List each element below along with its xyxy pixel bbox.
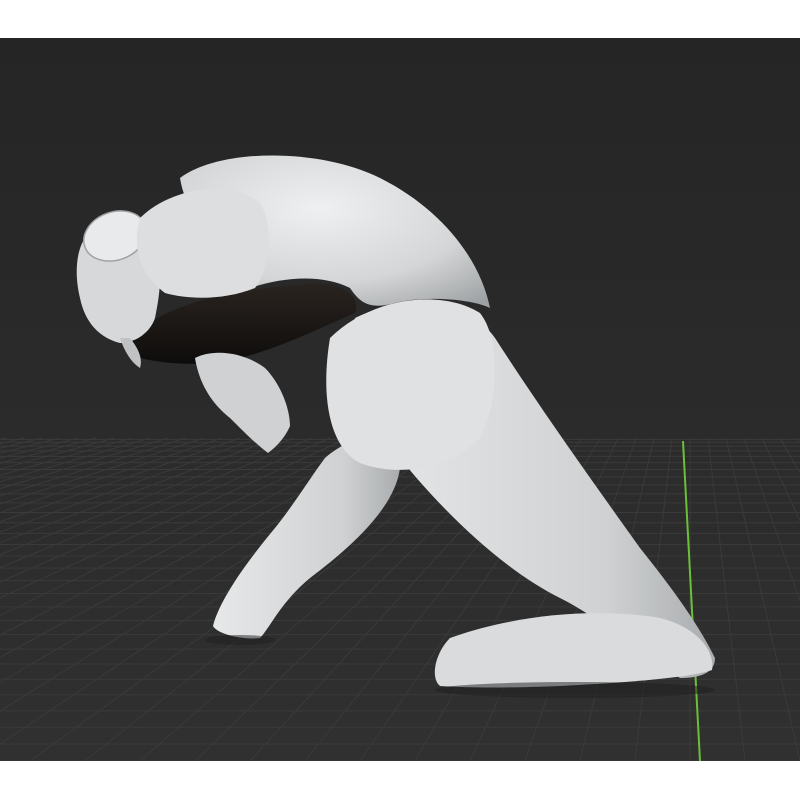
knee-shadow <box>435 682 715 698</box>
hip <box>326 299 495 470</box>
viewport-canvas[interactable] <box>0 38 800 761</box>
foot-shadow <box>205 635 275 645</box>
screenshot-frame <box>0 0 800 800</box>
3d-viewport[interactable] <box>0 38 800 761</box>
chest <box>136 188 270 298</box>
